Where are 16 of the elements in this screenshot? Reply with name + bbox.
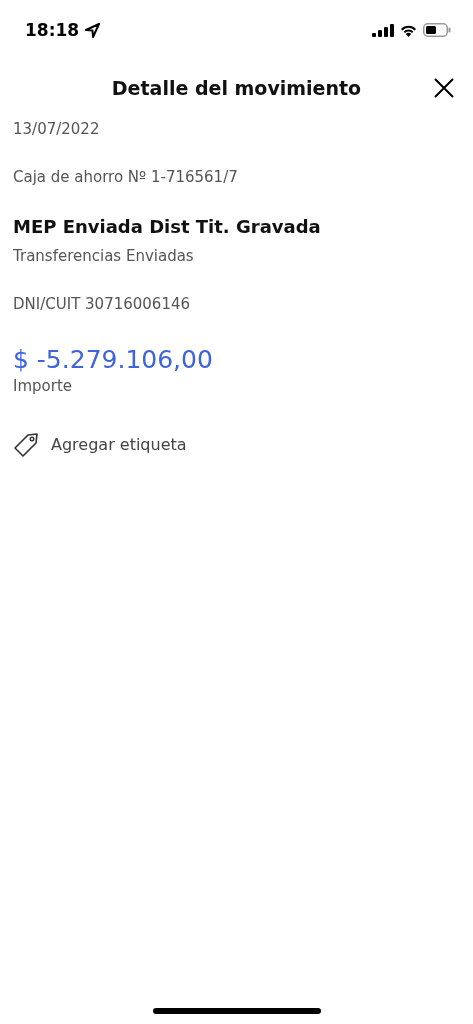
- signal-icon: [372, 23, 394, 37]
- account-text: Caja de ahorro Nº 1-716561/7: [13, 168, 239, 188]
- amount-value: $ -5.279.106,00: [13, 345, 214, 376]
- date-text: 13/07/2022: [13, 120, 101, 140]
- screen-title: Detalle del movimiento: [111, 77, 362, 99]
- concept-text: MEP Enviada Dist Tit. Gravada: [13, 216, 322, 239]
- tag-icon[interactable]: [13, 431, 40, 458]
- battery-icon: [423, 23, 451, 37]
- close-icon[interactable]: [434, 78, 454, 98]
- tax-id-text: DNI/CUIT 30716006146: [13, 295, 192, 315]
- amount-label: Importe: [13, 377, 73, 395]
- location-arrow-icon: [85, 22, 101, 38]
- wifi-icon: [400, 23, 417, 37]
- add-tag-link[interactable]: Agregar etiqueta: [51, 435, 187, 454]
- status-time: 18:18: [25, 20, 80, 40]
- category-text: Transferencias Enviadas: [13, 247, 195, 267]
